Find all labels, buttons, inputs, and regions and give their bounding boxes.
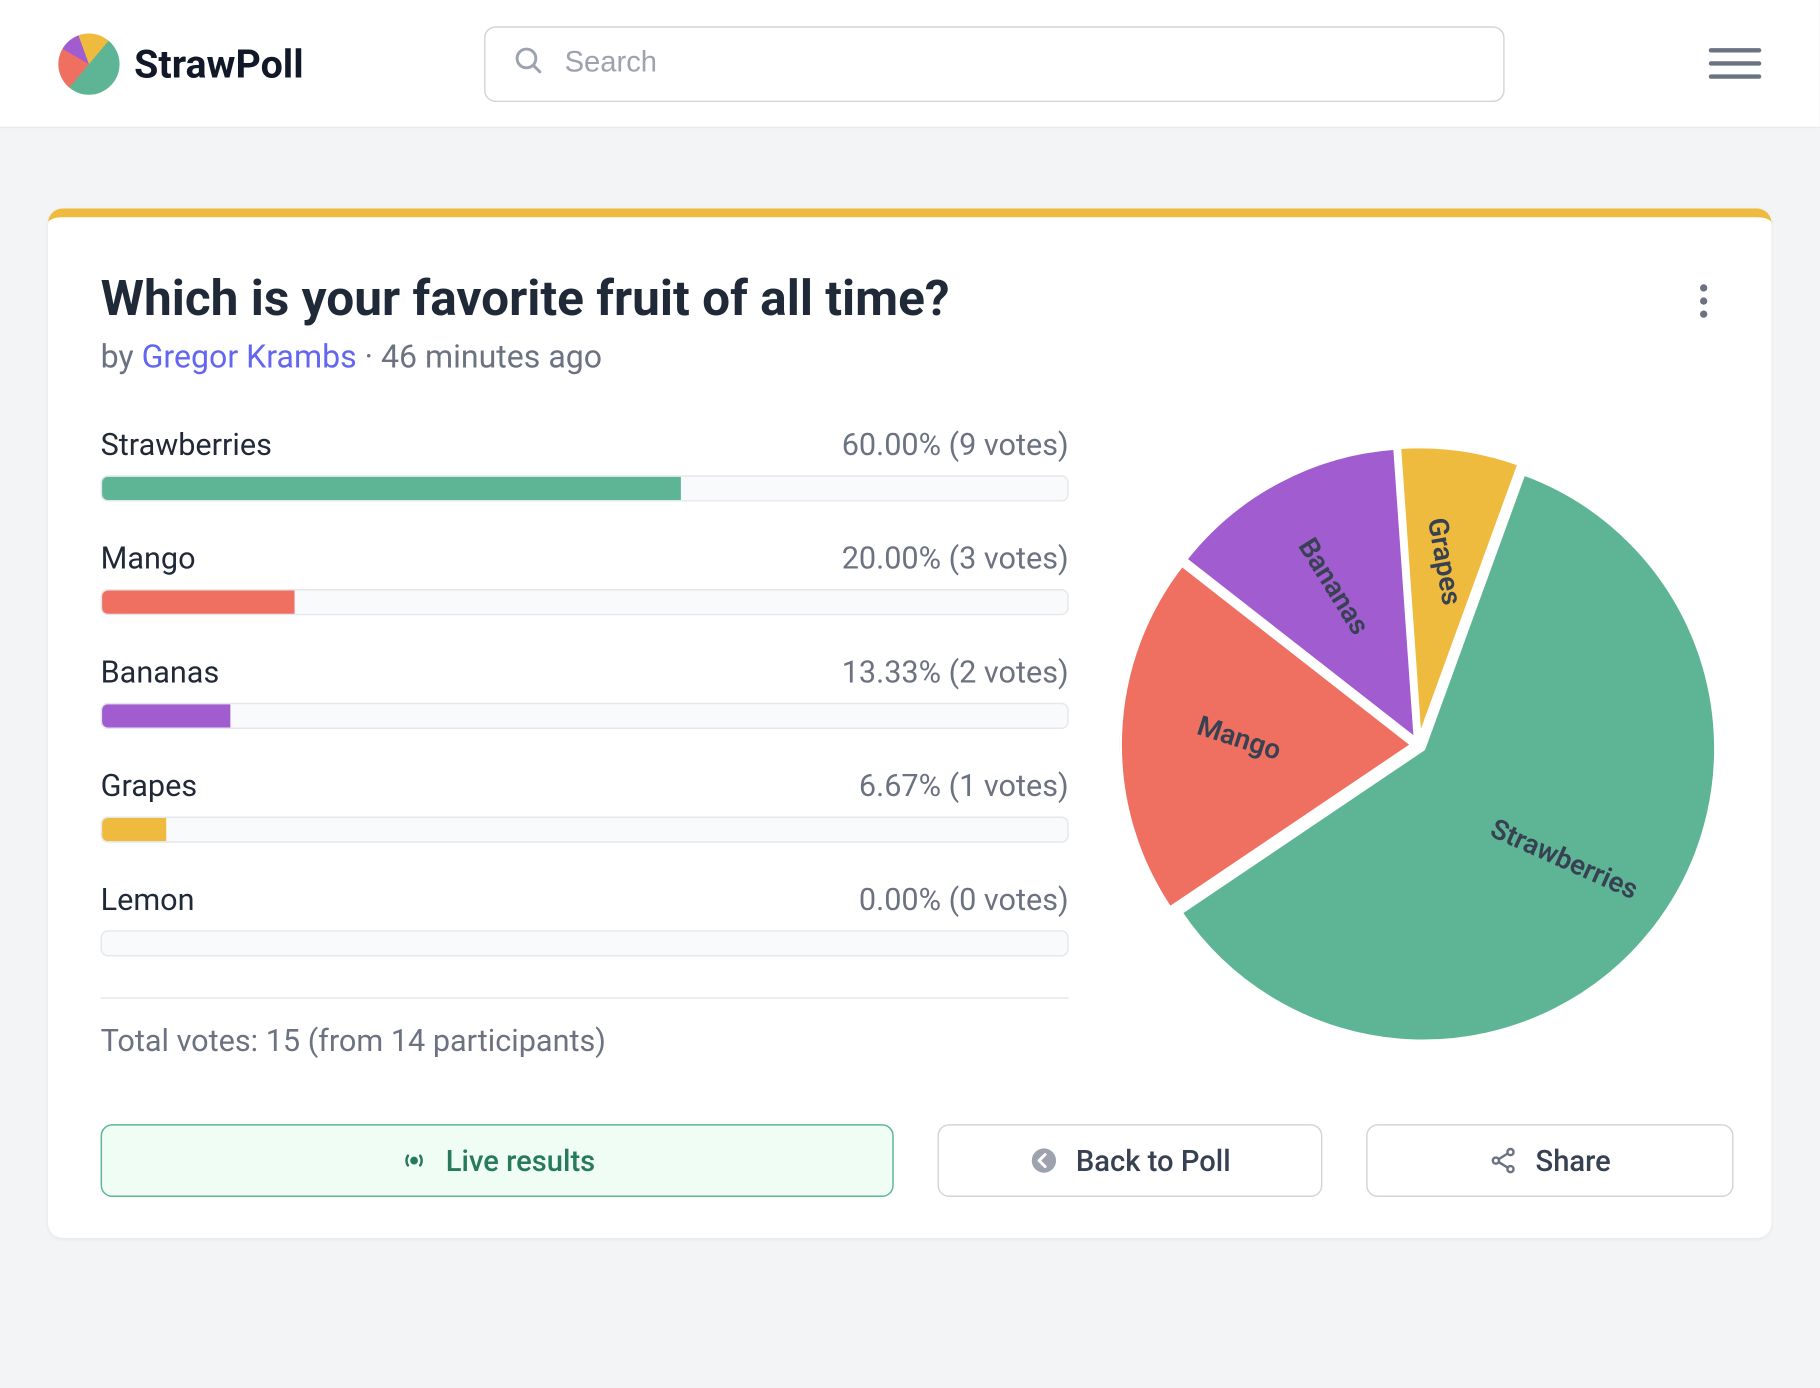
back-to-poll-button[interactable]: Back to Poll xyxy=(937,1124,1322,1197)
option-value: 60.00% (9 votes) xyxy=(842,429,1069,464)
arrow-left-circle-icon xyxy=(1029,1146,1058,1175)
pie-chart: StrawberriesMangoBananasGrapes xyxy=(1120,445,1718,1043)
option-label: Lemon xyxy=(101,884,195,919)
option-value: 13.33% (2 votes) xyxy=(842,656,1069,691)
brand-name: StrawPoll xyxy=(134,40,303,87)
result-bar: Mango 20.00% (3 votes) xyxy=(101,542,1069,615)
option-value: 6.67% (1 votes) xyxy=(859,770,1069,805)
bar-track xyxy=(101,930,1069,956)
option-label: Bananas xyxy=(101,656,220,691)
bar-track xyxy=(101,589,1069,615)
action-buttons: Live results Back to Poll Share xyxy=(101,1124,1719,1197)
brand-logo[interactable]: StrawPoll xyxy=(58,33,303,94)
live-results-button[interactable]: Live results xyxy=(101,1124,894,1197)
bar-track xyxy=(101,816,1069,842)
poll-title: Which is your favorite fruit of all time… xyxy=(101,270,1719,328)
search-container xyxy=(484,26,1505,102)
back-label: Back to Poll xyxy=(1076,1143,1231,1178)
meta-separator: · xyxy=(357,340,381,376)
result-bar: Bananas 13.33% (2 votes) xyxy=(101,656,1069,729)
pie-chart-column: StrawberriesMangoBananasGrapes xyxy=(1118,429,1719,1060)
option-label: Strawberries xyxy=(101,429,272,464)
search-input[interactable] xyxy=(565,47,1478,81)
broadcast-icon xyxy=(399,1146,428,1175)
poll-time-ago: 46 minutes ago xyxy=(381,340,602,376)
poll-author-link[interactable]: Gregor Krambs xyxy=(142,340,357,376)
option-label: Mango xyxy=(101,542,196,577)
more-options-icon[interactable] xyxy=(1691,276,1716,327)
search-field[interactable] xyxy=(484,26,1505,102)
search-icon xyxy=(512,44,544,83)
topbar: StrawPoll xyxy=(0,0,1820,128)
share-label: Share xyxy=(1536,1143,1611,1178)
bar-fill xyxy=(102,477,681,500)
separator xyxy=(101,997,1069,998)
bar-fill xyxy=(102,590,295,613)
poll-card: Which is your favorite fruit of all time… xyxy=(48,208,1771,1237)
bar-track xyxy=(101,475,1069,501)
option-value: 20.00% (3 votes) xyxy=(842,542,1069,577)
bar-fill xyxy=(102,818,166,841)
result-bar: Strawberries 60.00% (9 votes) xyxy=(101,429,1069,502)
poll-meta: by Gregor Krambs · 46 minutes ago xyxy=(101,340,1719,376)
logo-pie-icon xyxy=(58,33,119,94)
results-bars: Strawberries 60.00% (9 votes) Mango 20.00% … xyxy=(101,429,1069,1060)
bar-track xyxy=(101,703,1069,729)
share-button[interactable]: Share xyxy=(1366,1124,1733,1197)
hamburger-menu-icon[interactable] xyxy=(1709,37,1761,89)
result-bar: Grapes 6.67% (1 votes) xyxy=(101,770,1069,843)
option-value: 0.00% (0 votes) xyxy=(859,884,1069,919)
share-icon xyxy=(1489,1146,1518,1175)
result-bar: Lemon 0.00% (0 votes) xyxy=(101,884,1069,957)
bar-fill xyxy=(102,704,231,727)
live-results-label: Live results xyxy=(446,1143,595,1178)
totals-text: Total votes: 15 (from 14 participants) xyxy=(101,1025,1069,1060)
meta-prefix: by xyxy=(101,340,142,376)
option-label: Grapes xyxy=(101,770,198,805)
